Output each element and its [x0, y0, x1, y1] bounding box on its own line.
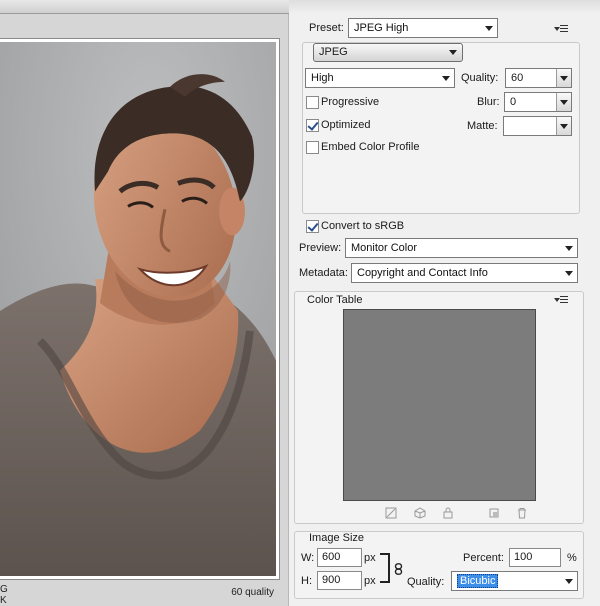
quality-input[interactable]: 60 [505, 68, 572, 88]
embed-color-profile-checkbox[interactable] [306, 141, 319, 154]
trash-icon[interactable] [516, 507, 528, 519]
optimized-checkbox[interactable] [306, 119, 319, 132]
color-table-title: Color Table [307, 294, 363, 306]
optimize-settings-panel: Preset: JPEG High JPEG High Quality: 60 … [289, 0, 600, 606]
file-format-select[interactable]: JPEG [313, 43, 463, 62]
new-color-icon[interactable] [488, 507, 500, 519]
matte-label: Matte: [467, 120, 498, 132]
preview-pane: G K 60 quality [0, 0, 289, 606]
width-unit: px [364, 552, 376, 564]
chevron-down-icon [442, 76, 450, 81]
preview-status-bar: G K 60 quality [0, 583, 280, 606]
lock-icon[interactable] [442, 507, 454, 519]
matte-dropdown-button[interactable] [556, 117, 571, 135]
status-quality-text: 60 quality [231, 587, 274, 598]
resample-quality-label: Quality: [407, 576, 445, 588]
width-label: W: [301, 552, 315, 564]
progressive-label: Progressive [321, 96, 380, 108]
chevron-down-icon [565, 579, 573, 584]
preview-select[interactable]: Monitor Color [345, 238, 578, 258]
chevron-down-icon [565, 246, 573, 251]
quality-label: Quality: [461, 72, 499, 84]
chevron-down-icon [485, 26, 493, 31]
preset-label: Preset: [309, 22, 344, 34]
panel-menu-icon[interactable] [554, 295, 568, 305]
link-icon[interactable] [394, 563, 403, 575]
status-left-text: G K [0, 584, 8, 606]
color-table-swatches[interactable] [343, 309, 536, 501]
resample-quality-select[interactable]: Bicubic [451, 571, 578, 591]
width-input[interactable]: 600 [317, 548, 362, 567]
preset-select[interactable]: JPEG High [348, 18, 498, 38]
constrain-bracket [380, 553, 390, 583]
portrait-photo-image [0, 42, 276, 576]
panel-menu-icon[interactable] [554, 24, 568, 34]
blur-label: Blur: [477, 96, 500, 108]
web-snap-icon[interactable] [414, 507, 426, 519]
image-preview [0, 42, 276, 576]
convert-srgb-checkbox[interactable] [306, 220, 319, 233]
chevron-down-icon [565, 271, 573, 276]
embed-color-profile-label: Embed Color Profile [321, 141, 420, 153]
height-input[interactable]: 900 [317, 571, 362, 590]
chevron-down-icon [449, 50, 457, 55]
metadata-select[interactable]: Copyright and Contact Info [351, 263, 578, 283]
image-size-title: Image Size [309, 532, 365, 544]
matte-select[interactable] [503, 116, 572, 136]
percent-input[interactable]: 100 [509, 548, 561, 567]
percent-unit: % [567, 552, 577, 564]
blur-dropdown-button[interactable] [556, 93, 571, 111]
blur-input[interactable]: 0 [504, 92, 572, 112]
settings-top-strip [289, 0, 600, 14]
preview-label: Preview: [299, 242, 342, 254]
compression-quality-select[interactable]: High [305, 68, 455, 88]
convert-srgb-label: Convert to sRGB [321, 220, 405, 232]
progressive-checkbox[interactable] [306, 96, 319, 109]
height-unit: px [364, 575, 376, 587]
metadata-label: Metadata: [299, 267, 348, 279]
percent-label: Percent: [463, 552, 504, 564]
preview-top-bar [0, 0, 289, 14]
map-color-icon[interactable] [385, 507, 397, 519]
optimized-label: Optimized [321, 119, 371, 131]
image-preview-frame[interactable] [0, 38, 280, 580]
height-label: H: [301, 575, 312, 587]
quality-dropdown-button[interactable] [556, 69, 571, 87]
